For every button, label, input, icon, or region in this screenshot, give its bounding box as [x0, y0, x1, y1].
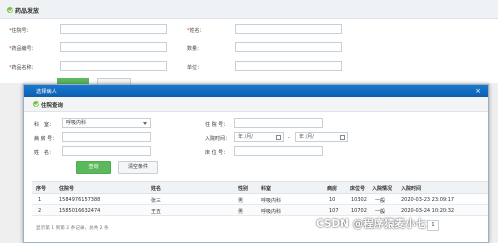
- cell-name: 张三: [151, 198, 162, 204]
- col-header-gender: 性别: [238, 186, 249, 192]
- cell-department: 呼吸内科: [261, 198, 282, 204]
- pagination-info: 显示第 1 到第 2 条记录，总共 2 条: [36, 226, 109, 231]
- bg-drug-code-input[interactable]: [60, 42, 167, 52]
- name-label: 姓 名：: [34, 150, 55, 156]
- page-title: 药品发放: [15, 8, 40, 15]
- name-input[interactable]: [62, 146, 151, 156]
- cell-admit-time: 2020-03-24 10:20:32: [401, 208, 455, 214]
- department-label: 科 室：: [34, 122, 55, 128]
- cell-department: 呼吸内科: [261, 209, 282, 215]
- col-header-bed: 床位号: [350, 186, 366, 192]
- bg-label-drug-name: *药品名称：: [9, 65, 37, 71]
- bg-quantity-input[interactable]: [235, 42, 342, 52]
- col-header-admit-time: 入院时间: [401, 186, 422, 192]
- date-separator: -: [288, 135, 290, 141]
- ward-label: 病 房 号：: [34, 136, 58, 142]
- department-select[interactable]: 呼吸内科: [62, 118, 151, 128]
- page-button-1[interactable]: 1: [427, 220, 439, 231]
- bg-drug-name-input[interactable]: [60, 61, 167, 71]
- section-header: [24, 97, 488, 112]
- bg-label-drug-code: *药品编号：: [9, 46, 37, 52]
- bg-label-unit: 单位：: [187, 65, 203, 71]
- cell-admit-status: 一般: [375, 198, 386, 204]
- cell-index: 2: [38, 208, 42, 214]
- page-title-icon: [7, 7, 13, 13]
- cell-admission-no: 1585016632474: [59, 208, 101, 214]
- bg-label-quantity: 数量：: [187, 46, 203, 52]
- calendar-icon: [340, 135, 345, 140]
- modal-title: 选择病人: [36, 89, 57, 95]
- bed-input[interactable]: [234, 146, 323, 156]
- page-header: [0, 0, 498, 19]
- search-button[interactable]: 查询: [76, 161, 111, 174]
- watermark: CSDN @程序猿麦小七: [316, 218, 427, 230]
- bg-unit-input[interactable]: [235, 61, 342, 71]
- calendar-icon: [276, 135, 281, 140]
- cell-index: 1: [38, 197, 42, 203]
- bg-label-name: *姓名：: [187, 28, 205, 34]
- modal-header: [24, 85, 488, 97]
- cell-ward: 10: [329, 197, 336, 203]
- col-header-admission-no: 住院号: [59, 186, 75, 192]
- cell-name: 王五: [151, 209, 162, 215]
- admit-date-to[interactable]: 年 /月/: [295, 132, 348, 142]
- cell-admit-time: 2020-03-23 23:09:17: [401, 197, 455, 203]
- admission-no-label: 住 院 号：: [205, 122, 229, 128]
- cell-admission-no: 1584976157388: [59, 197, 101, 203]
- ward-input[interactable]: [62, 132, 151, 142]
- bed-label: 床 位 号：: [205, 150, 229, 156]
- admission-no-input[interactable]: [234, 118, 323, 128]
- col-header-name: 姓名: [151, 186, 162, 192]
- cell-bed: 10302: [351, 197, 367, 203]
- bg-admission-input[interactable]: [60, 24, 167, 34]
- cell-ward: 107: [329, 208, 339, 214]
- close-icon[interactable]: ×: [474, 87, 482, 95]
- bg-name-input[interactable]: [235, 24, 342, 34]
- col-header-admit-status: 入院情况: [372, 186, 393, 192]
- cell-gender: 男: [238, 198, 244, 204]
- col-header-index: 序号: [36, 186, 47, 192]
- col-header-ward: 病房: [327, 186, 338, 192]
- col-header-department: 科室: [261, 186, 272, 192]
- bg-label-admission: *住院号：: [9, 28, 32, 34]
- admit-time-label: 入院时间：: [205, 136, 231, 142]
- clear-conditions-button[interactable]: 清空条件: [118, 161, 158, 174]
- department-value: 呼吸内科: [66, 120, 87, 126]
- cell-bed: 10702: [351, 208, 367, 214]
- section-icon: [33, 101, 39, 107]
- cell-admit-status: 一般: [375, 209, 386, 215]
- cell-gender: 男: [238, 209, 244, 215]
- admit-date-from[interactable]: 年 /月/: [234, 132, 284, 142]
- section-title: 住院查询: [41, 103, 64, 109]
